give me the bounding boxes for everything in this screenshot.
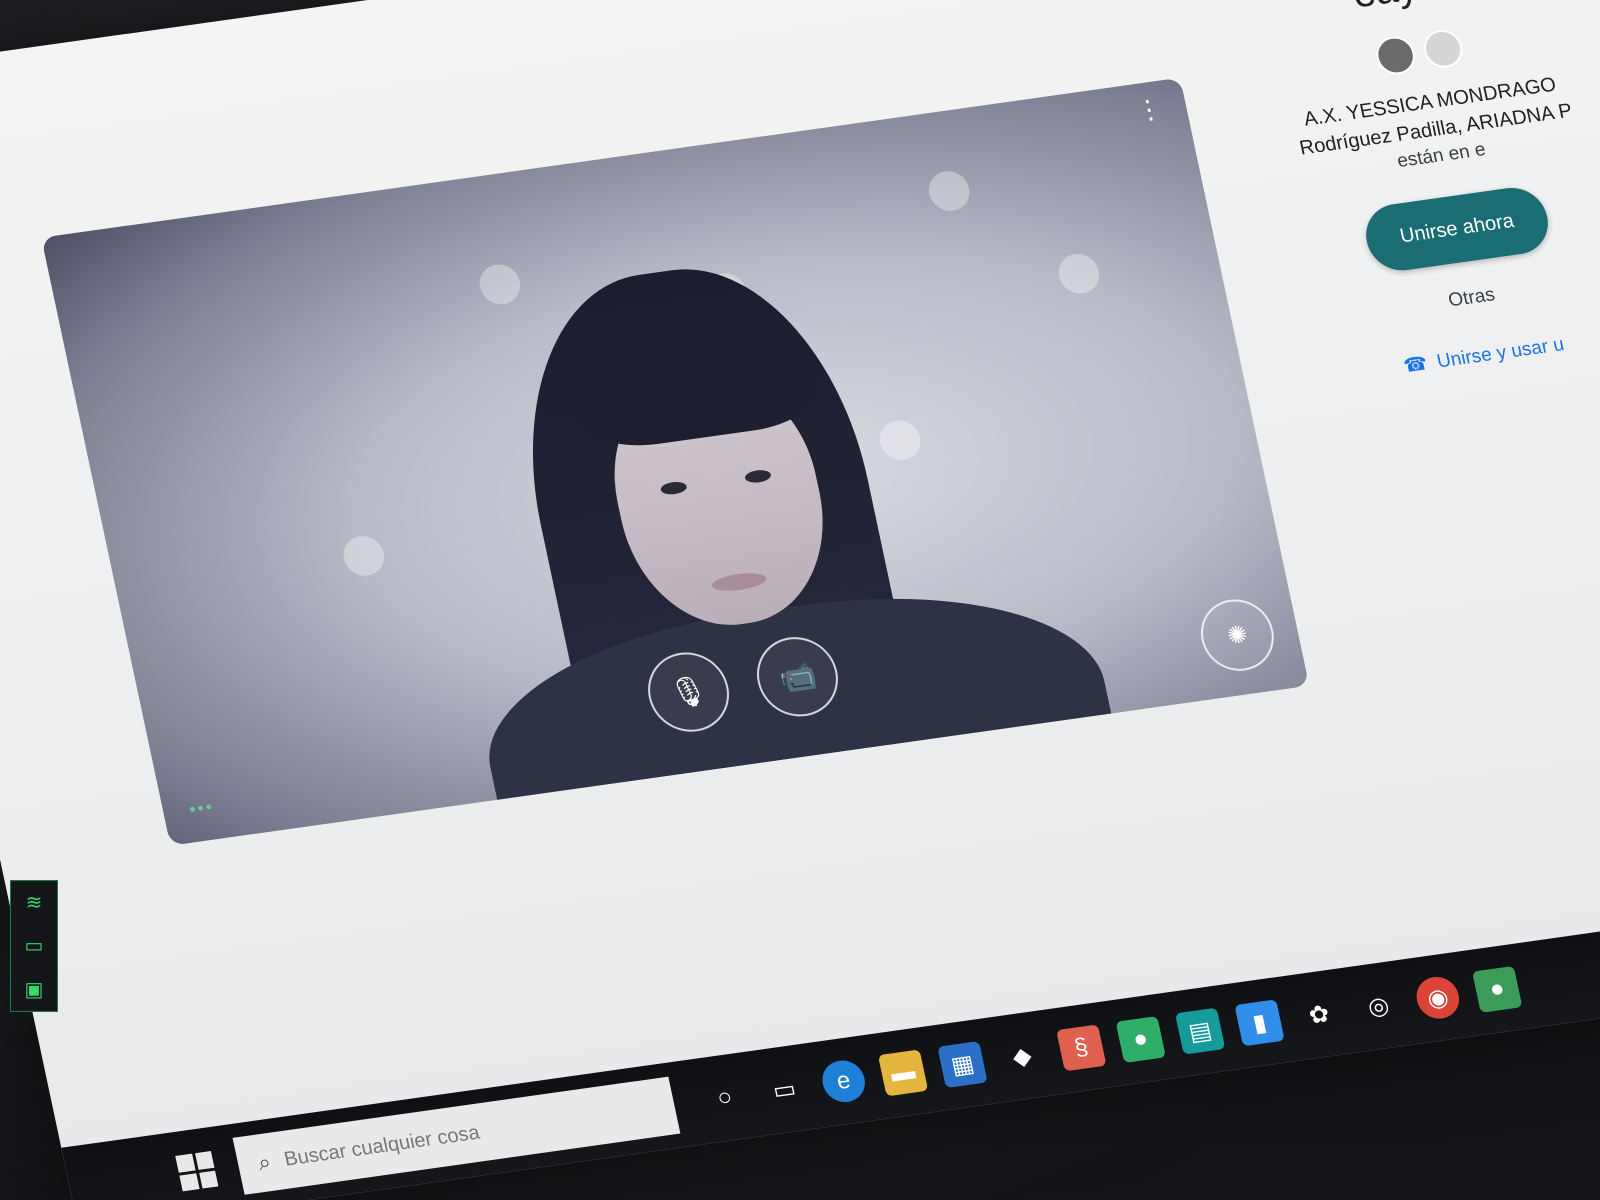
app-blue-icon[interactable]: ▮ <box>1234 999 1285 1047</box>
app-green2-icon[interactable]: ● <box>1472 965 1523 1013</box>
bokeh-light <box>876 417 925 463</box>
more-options-icon[interactable]: ⋮ <box>1133 93 1165 126</box>
phone-icon: ☎ <box>1401 353 1430 378</box>
join-panel: eayva A.X. YESSICA MONDRAGO Rodríguez Pa… <box>1223 0 1600 392</box>
edge-icon[interactable]: e <box>818 1057 869 1105</box>
join-now-button[interactable]: Unirse ahora <box>1359 183 1555 275</box>
windows-start-icon[interactable] <box>175 1151 219 1192</box>
search-placeholder: Buscar cualquier cosa <box>282 1121 482 1171</box>
join-phone-label: Unirse y usar u <box>1434 333 1566 372</box>
app-red-icon[interactable]: § <box>1056 1024 1107 1072</box>
bokeh-light <box>475 261 524 307</box>
app-misc-icon[interactable]: ✿ <box>1294 991 1344 1038</box>
taskbar-search[interactable]: ⌕ Buscar cualquier cosa <box>232 1076 681 1195</box>
avatar <box>1420 27 1466 71</box>
visual-effects-button[interactable]: ✺ <box>1194 594 1281 676</box>
system-tray: ≋ ▭ ▣ <box>10 880 58 1012</box>
bokeh-light <box>339 533 388 579</box>
bokeh-light <box>925 168 974 214</box>
join-phone-link[interactable]: ☎ Unirse y usar u <box>1303 319 1600 392</box>
store-icon[interactable]: ▦ <box>937 1041 988 1089</box>
monitor-screen: ⋮ 🎙 📹 ✺ ••• eayva A.X. YESSICA MONDRAGO … <box>0 0 1600 1200</box>
other-options-label: Otras <box>1446 284 1497 312</box>
app-teal-icon[interactable]: ▤ <box>1174 1007 1226 1055</box>
microphone-icon: 🎙 <box>666 673 711 711</box>
wifi-icon[interactable]: ≋ <box>26 890 43 915</box>
cortana-icon[interactable]: ○ <box>700 1074 750 1121</box>
task-view-icon[interactable]: ▭ <box>759 1066 809 1113</box>
chrome-icon[interactable]: ◉ <box>1412 974 1464 1022</box>
cpu-icon[interactable]: ▣ <box>25 977 44 1002</box>
windows-taskbar: ⌕ Buscar cualquier cosa ○ ▭ e ▬ ▦ ◆ § ● … <box>61 902 1600 1200</box>
video-preview: ⋮ 🎙 📹 ✺ ••• <box>41 77 1310 846</box>
camera-icon: 📹 <box>775 657 820 696</box>
app-circle-icon[interactable]: ◎ <box>1353 983 1403 1030</box>
battery-icon[interactable]: ▭ <box>25 933 44 958</box>
avatar <box>1372 34 1419 77</box>
app-green-icon[interactable]: ● <box>1115 1016 1166 1064</box>
file-explorer-icon[interactable]: ▬ <box>877 1049 929 1097</box>
search-icon: ⌕ <box>255 1149 274 1176</box>
bokeh-light <box>1054 251 1103 297</box>
sparkle-icon: ✺ <box>1224 620 1251 650</box>
photo-scene: ⋮ 🎙 📹 ✺ ••• eayva A.X. YESSICA MONDRAGO … <box>0 0 1600 1200</box>
dropbox-icon[interactable]: ◆ <box>997 1033 1047 1080</box>
audio-level-indicator: ••• <box>187 796 217 820</box>
